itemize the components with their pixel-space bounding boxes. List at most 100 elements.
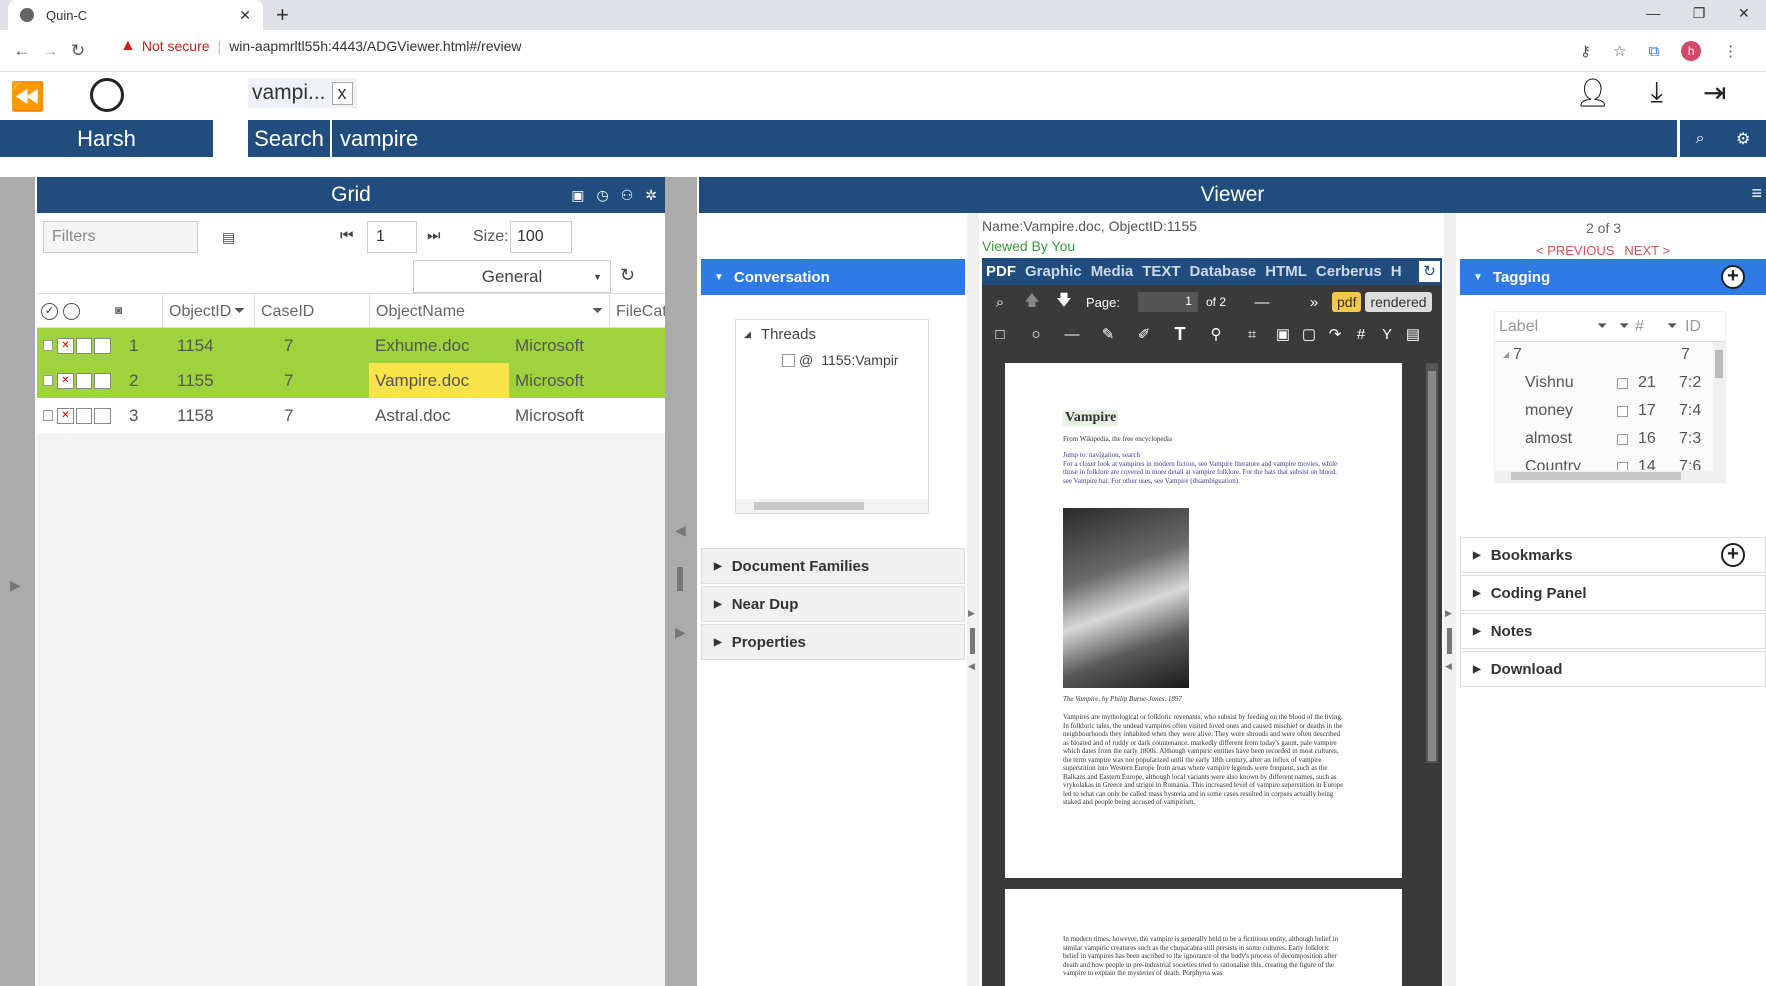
doc-icon[interactable] [75, 407, 93, 424]
left-collapse-strip[interactable]: ▶ [0, 177, 35, 986]
logout-icon[interactable]: ⇥ [1703, 76, 1726, 109]
document-families-section[interactable]: ▶ Document Families [701, 548, 965, 584]
filter-icon[interactable]: ⏷ [1597, 318, 1607, 334]
tag-checkbox[interactable] [1617, 406, 1628, 417]
copy-icon[interactable]: ▢ [1300, 320, 1318, 348]
text-icon[interactable]: T [1166, 320, 1194, 348]
save-icon[interactable]: ▣ [1274, 320, 1292, 348]
search-chip[interactable]: vampi... x [248, 78, 357, 108]
tag-row[interactable]: Vishnu 21 7:2 [1495, 370, 1725, 398]
tab-graphic[interactable]: Graphic [1025, 263, 1082, 280]
expand-right-icon[interactable]: ▶ [10, 577, 21, 594]
delete-icon[interactable]: ✕ [57, 372, 74, 389]
previous-link[interactable]: < PREVIOUS [1536, 243, 1614, 258]
pdf-button[interactable]: pdf [1332, 292, 1362, 312]
col-objectname[interactable]: ObjectName [369, 294, 509, 329]
rectangle-icon[interactable]: □ [986, 320, 1014, 348]
back-icon[interactable]: ← [8, 37, 36, 65]
clock-icon[interactable]: ◷ [596, 187, 608, 204]
close-tab-icon[interactable]: ✕ [239, 7, 251, 24]
person-icon[interactable] [94, 372, 111, 389]
filters-input[interactable]: Filters [43, 221, 198, 253]
image-icon[interactable]: ▣ [571, 187, 584, 204]
clipboard-icon[interactable]: ▤ [222, 229, 235, 246]
collapse-left-icon[interactable]: ◀ [968, 661, 975, 672]
extension-icon[interactable]: ⧉ [1648, 43, 1659, 60]
search-icon[interactable]: ⌕ [1696, 130, 1705, 148]
tag-horizontal-scrollbar[interactable] [1495, 470, 1725, 482]
close-window-icon[interactable]: ✕ [1738, 5, 1750, 22]
hash-icon[interactable]: # [1352, 320, 1370, 348]
reload-icon[interactable]: ↻ [64, 37, 92, 65]
drag-handle-icon[interactable] [1447, 628, 1452, 654]
url-field[interactable]: ▲ Not secure | win-aapmrltl55h:4443/ADGV… [120, 37, 522, 55]
table-row[interactable]: ✕ 2 1155 7 Vampire.doc Microsoft [37, 363, 665, 398]
browser-tab[interactable]: Quin-C ✕ [8, 0, 263, 30]
more-tools-icon[interactable]: » [1300, 288, 1328, 316]
horizontal-scrollbar[interactable] [736, 499, 928, 513]
row-checkbox[interactable] [43, 340, 54, 351]
view-select[interactable]: General ▼ [413, 260, 611, 293]
user-name[interactable]: Harsh [0, 120, 213, 157]
tag-group-row[interactable]: ◢ 7 7 [1495, 342, 1725, 370]
forward-icon[interactable]: → [36, 37, 64, 65]
expand-right-icon[interactable]: ▶ [675, 624, 686, 641]
user-icon[interactable]: 👤︎ [1575, 76, 1611, 109]
conversation-section[interactable]: ▼ Conversation [701, 259, 965, 295]
doc-icon[interactable] [75, 372, 93, 389]
refresh-icon[interactable]: ↻ [1419, 261, 1440, 282]
minimize-icon[interactable]: — [1646, 5, 1660, 21]
add-tag-button[interactable]: + [1721, 265, 1745, 289]
delete-icon[interactable]: ✕ [57, 407, 74, 424]
add-bookmark-button[interactable]: + [1721, 543, 1745, 567]
drag-handle-icon[interactable] [677, 567, 683, 591]
bookmarks-section[interactable]: ▶ Bookmarks + [1460, 537, 1766, 573]
redo-icon[interactable]: ↷ [1326, 320, 1344, 348]
filter-icon[interactable]: ⏷ [234, 302, 245, 319]
tag-checkbox[interactable] [1617, 434, 1628, 445]
col-id[interactable]: ID [1685, 318, 1701, 336]
delete-icon[interactable]: ✕ [57, 337, 74, 354]
zoom-out-icon[interactable]: — [1248, 288, 1276, 316]
row-checkbox[interactable] [43, 410, 54, 421]
highlighter-icon[interactable]: ✐ [1130, 320, 1158, 348]
thread-checkbox[interactable] [782, 353, 795, 367]
menu-dots-icon[interactable]: ⋮ [1723, 42, 1738, 60]
restore-icon[interactable]: ❐ [1693, 5, 1706, 22]
col-caseid[interactable]: CaseID [254, 294, 369, 329]
tag-row[interactable]: money 17 7:4 [1495, 398, 1725, 426]
collapse-left-icon[interactable]: ◀ [1445, 661, 1452, 672]
refresh-icon[interactable]: ↻ [620, 265, 635, 286]
person-icon[interactable] [94, 337, 111, 354]
search-input[interactable]: vampire [330, 120, 1677, 157]
share-icon[interactable]: ✲ [645, 187, 657, 204]
filter-icon[interactable]: Y [1378, 320, 1396, 348]
tab-pdf[interactable]: PDF [986, 263, 1016, 280]
table-row[interactable]: ✕ 3 1158 7 Astral.doc Microsoft [37, 398, 665, 433]
near-dup-section[interactable]: ▶ Near Dup [701, 586, 965, 622]
size-input[interactable]: 100 [510, 221, 572, 253]
download-section[interactable]: ▶ Download [1460, 651, 1766, 687]
col-label[interactable]: Label [1499, 318, 1538, 336]
download-icon[interactable]: ⤓ [1651, 76, 1663, 109]
row-checkbox[interactable] [43, 375, 54, 386]
line-icon[interactable]: — [1058, 320, 1086, 348]
expand-right-icon[interactable]: ▶ [1445, 608, 1452, 619]
prev-page-icon[interactable]: 🡅︎ [1018, 288, 1046, 316]
doc-icon[interactable] [75, 337, 93, 354]
tag-row[interactable]: almost 16 7:3 [1495, 426, 1725, 454]
document-icon[interactable]: ▤ [1404, 320, 1422, 348]
hamburger-icon[interactable]: ≡ [1751, 183, 1762, 204]
tab-media[interactable]: Media [1091, 263, 1134, 280]
viewer-divider-right[interactable]: ▶ ◀ [1444, 213, 1456, 986]
tab-database[interactable]: Database [1190, 263, 1257, 280]
last-page-icon[interactable]: ⏭ [427, 227, 441, 244]
properties-section[interactable]: ▶ Properties [701, 624, 965, 660]
deselect-icon[interactable] [63, 303, 80, 320]
next-link[interactable]: NEXT > [1624, 243, 1670, 258]
table-row[interactable]: ✕ 1 1154 7 Exhume.doc Microsoft [37, 328, 665, 363]
next-page-icon[interactable]: 🡇︎ [1050, 288, 1078, 316]
tagging-section[interactable]: ▼ Tagging + [1460, 259, 1766, 295]
first-page-icon[interactable]: ⏮ [340, 227, 354, 244]
person-icon[interactable] [94, 407, 111, 424]
